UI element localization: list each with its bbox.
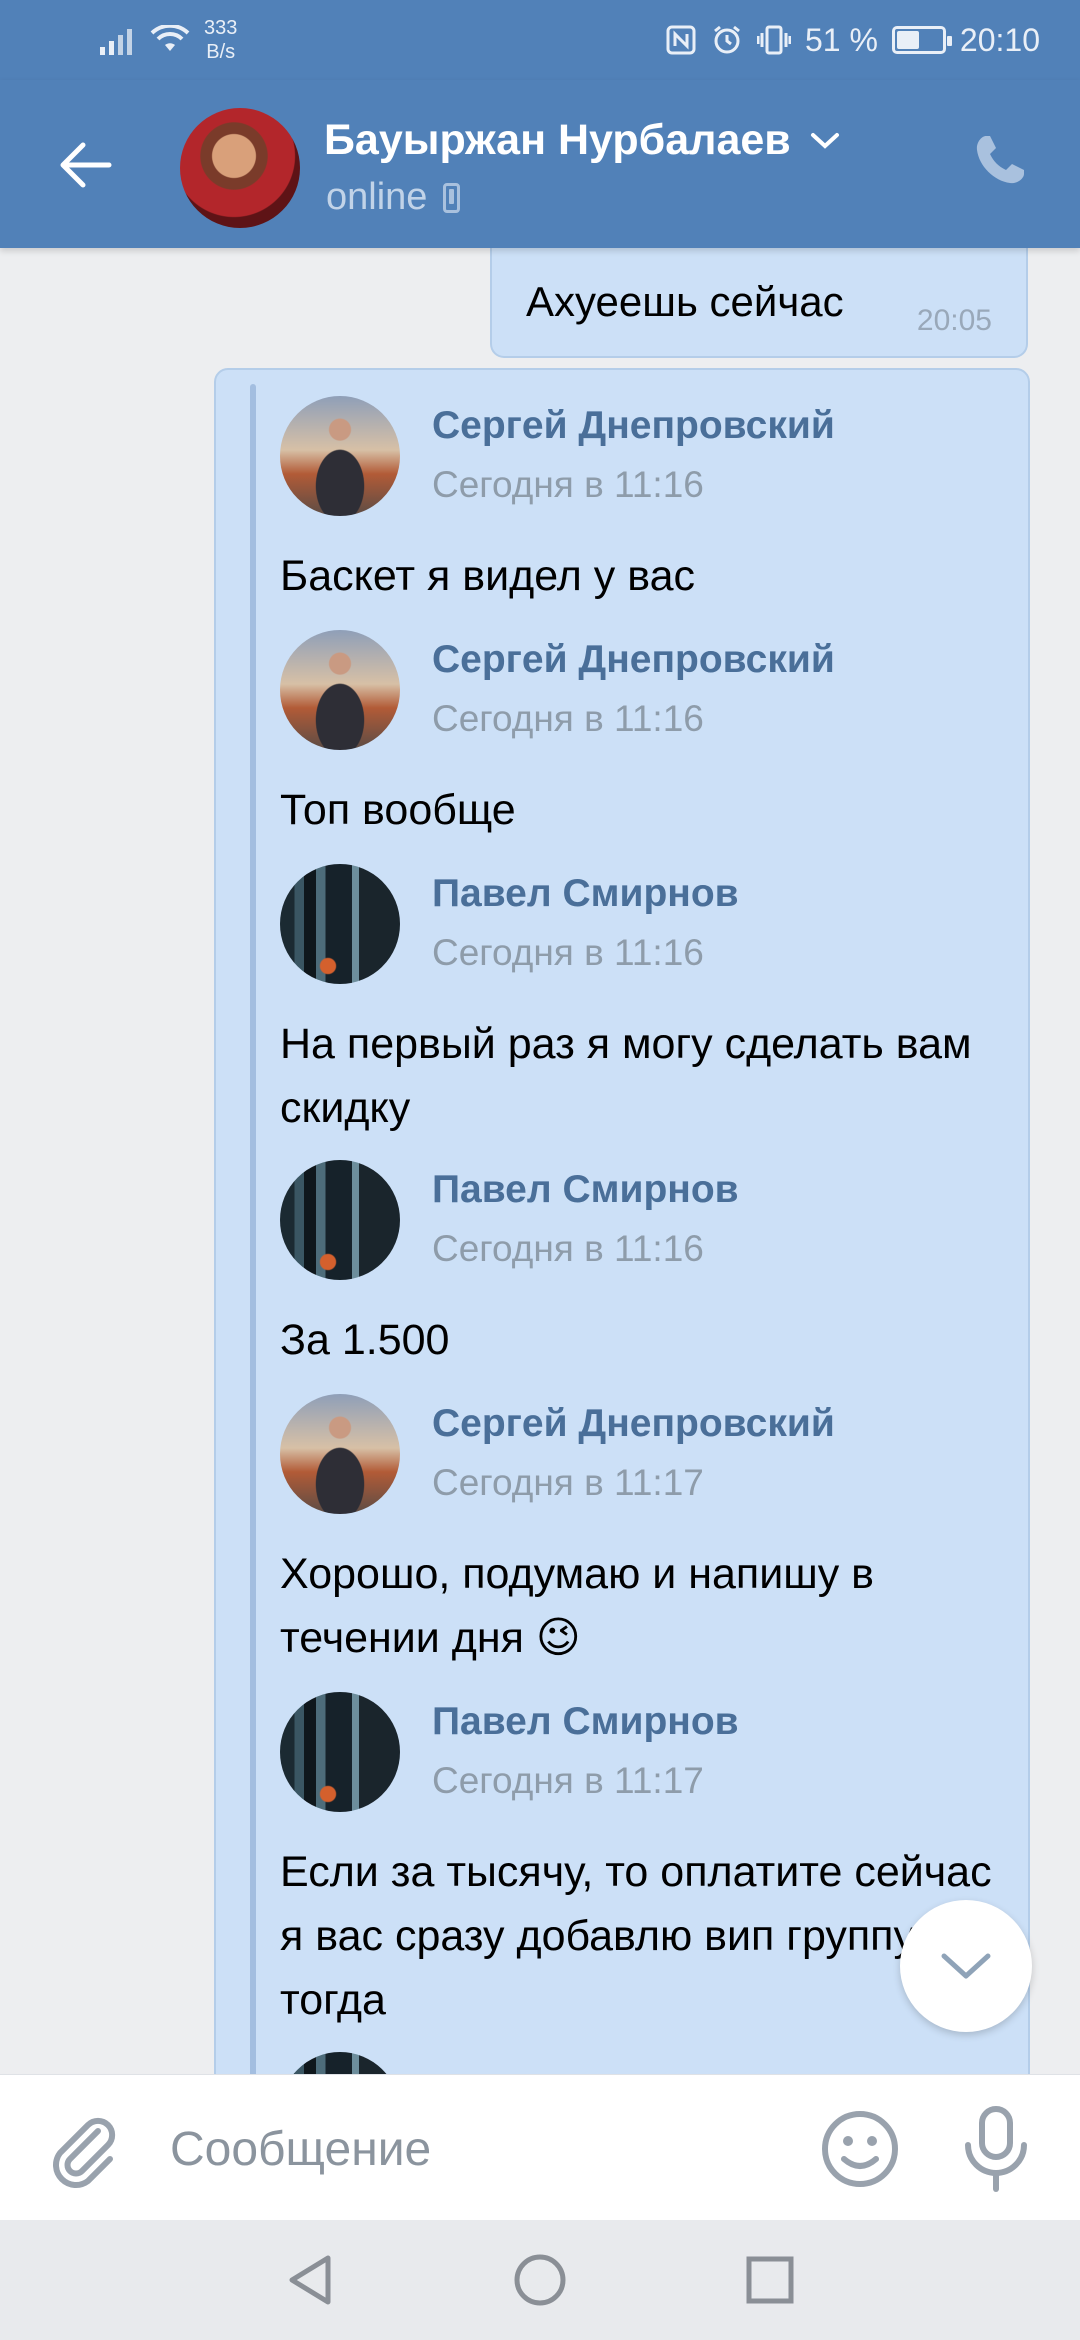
paperclip-icon [53, 2117, 116, 2188]
vibrate-icon [756, 25, 791, 55]
forwarded-messages-bubble[interactable]: Сергей Днепровский Сегодня в 11:16 Баске… [214, 368, 1030, 2074]
contact-name-button[interactable]: Бауыржан Нурбалаев [324, 116, 841, 165]
author-name[interactable]: Сергей Днепровский [432, 1402, 835, 1446]
message-date: Сегодня в 11:16 [432, 464, 704, 505]
author-avatar[interactable] [280, 1160, 400, 1280]
alarm-icon [714, 25, 740, 54]
call-button[interactable] [970, 130, 1040, 200]
contact-avatar[interactable] [180, 108, 300, 228]
net-speed-unit: B/s [206, 41, 236, 63]
nav-back-button[interactable] [280, 2250, 340, 2310]
nav-recents-button[interactable] [740, 2250, 800, 2310]
message-list[interactable]: Ахуеешь сейчас 20:05 Сергей Днепровский … [0, 248, 1080, 2074]
triangle-back-icon [289, 2255, 331, 2305]
circle-home-icon [514, 2254, 566, 2306]
clock: 20:10 [959, 21, 1040, 58]
message-date: Сегодня в 11:16 [432, 932, 704, 973]
attach-button[interactable] [44, 2109, 124, 2189]
arrow-left-icon [60, 142, 112, 188]
author-name[interactable]: Павел Смирнов [432, 1700, 739, 1744]
author-avatar[interactable] [280, 1394, 400, 1514]
author-name[interactable]: Сергей Днепровский [432, 404, 835, 448]
status-bar: 333 B/s 51 % 20:10 [0, 0, 1080, 80]
forward-indicator-line [250, 384, 256, 2074]
message-text: На первый раз я могу сделать вам скидку [280, 1020, 972, 1132]
message-text: Если за тысячу, то оплатите сейчас я вас… [280, 1848, 992, 2024]
net-speed-value: 333 [204, 17, 238, 39]
voice-message-button[interactable] [958, 2105, 1034, 2193]
scroll-down-button[interactable] [900, 1900, 1032, 2032]
square-recents-icon [746, 2256, 794, 2304]
message-text: Баскет я видел у вас [280, 552, 695, 600]
author-avatar[interactable] [280, 2052, 400, 2074]
author-avatar[interactable] [280, 1692, 400, 1812]
smile-icon [822, 2111, 898, 2187]
system-navigation-bar [0, 2220, 1080, 2340]
author-name[interactable]: Павел Смирнов [432, 872, 739, 916]
author-avatar[interactable] [280, 396, 400, 516]
author-name[interactable]: Павел Смирнов [432, 1168, 739, 1212]
message-date: Сегодня в 11:17 [432, 1760, 704, 1801]
battery-icon [891, 26, 952, 54]
status-text: online [326, 176, 428, 218]
message-composer [0, 2074, 1080, 2220]
chat-header: Бауыржан Нурбалаев online [0, 80, 1080, 248]
back-button[interactable] [40, 120, 130, 210]
network-speed: 333 B/s [204, 16, 237, 64]
message-date: Сегодня в 11:17 [432, 1462, 704, 1503]
author-avatar[interactable] [280, 864, 400, 984]
battery-percent: 51 % [804, 21, 878, 58]
message-text: Топ вообще [280, 786, 516, 834]
microphone-icon [965, 2106, 1027, 2192]
message-date: Сегодня в 11:16 [432, 1228, 704, 1269]
status-right: 51 % 20:10 [665, 22, 1040, 59]
phone-icon [976, 136, 1024, 184]
message-input[interactable] [170, 2111, 790, 2187]
author-avatar[interactable] [280, 630, 400, 750]
nfc-icon [666, 25, 696, 55]
chevron-down-icon [810, 132, 839, 149]
message-text: За 1.500 [280, 1316, 450, 1364]
signal-icon [100, 29, 132, 55]
battery-level [896, 31, 920, 49]
chevron-down-icon [941, 1953, 991, 1979]
contact-status: online [326, 176, 461, 219]
message-date: Сегодня в 11:16 [432, 698, 704, 739]
mobile-icon [443, 182, 461, 213]
message-text: Ахуеешь сейчас [526, 278, 844, 325]
emoji-button[interactable] [818, 2107, 902, 2191]
wifi-icon [150, 25, 190, 51]
chat-screen: 333 B/s 51 % 20:10 Бауыржан Нурбалаев on… [0, 0, 1080, 2340]
message-text: Хорошо, подумаю и напишу в течении дня 😉 [280, 1550, 875, 1662]
author-name[interactable]: Сергей Днепровский [432, 638, 835, 682]
nav-home-button[interactable] [510, 2250, 570, 2310]
outgoing-message[interactable]: Ахуеешь сейчас 20:05 [490, 248, 1028, 358]
contact-name: Бауыржан Нурбалаев [324, 116, 791, 164]
message-time: 20:05 [916, 304, 992, 337]
status-left: 333 B/s [100, 16, 237, 64]
